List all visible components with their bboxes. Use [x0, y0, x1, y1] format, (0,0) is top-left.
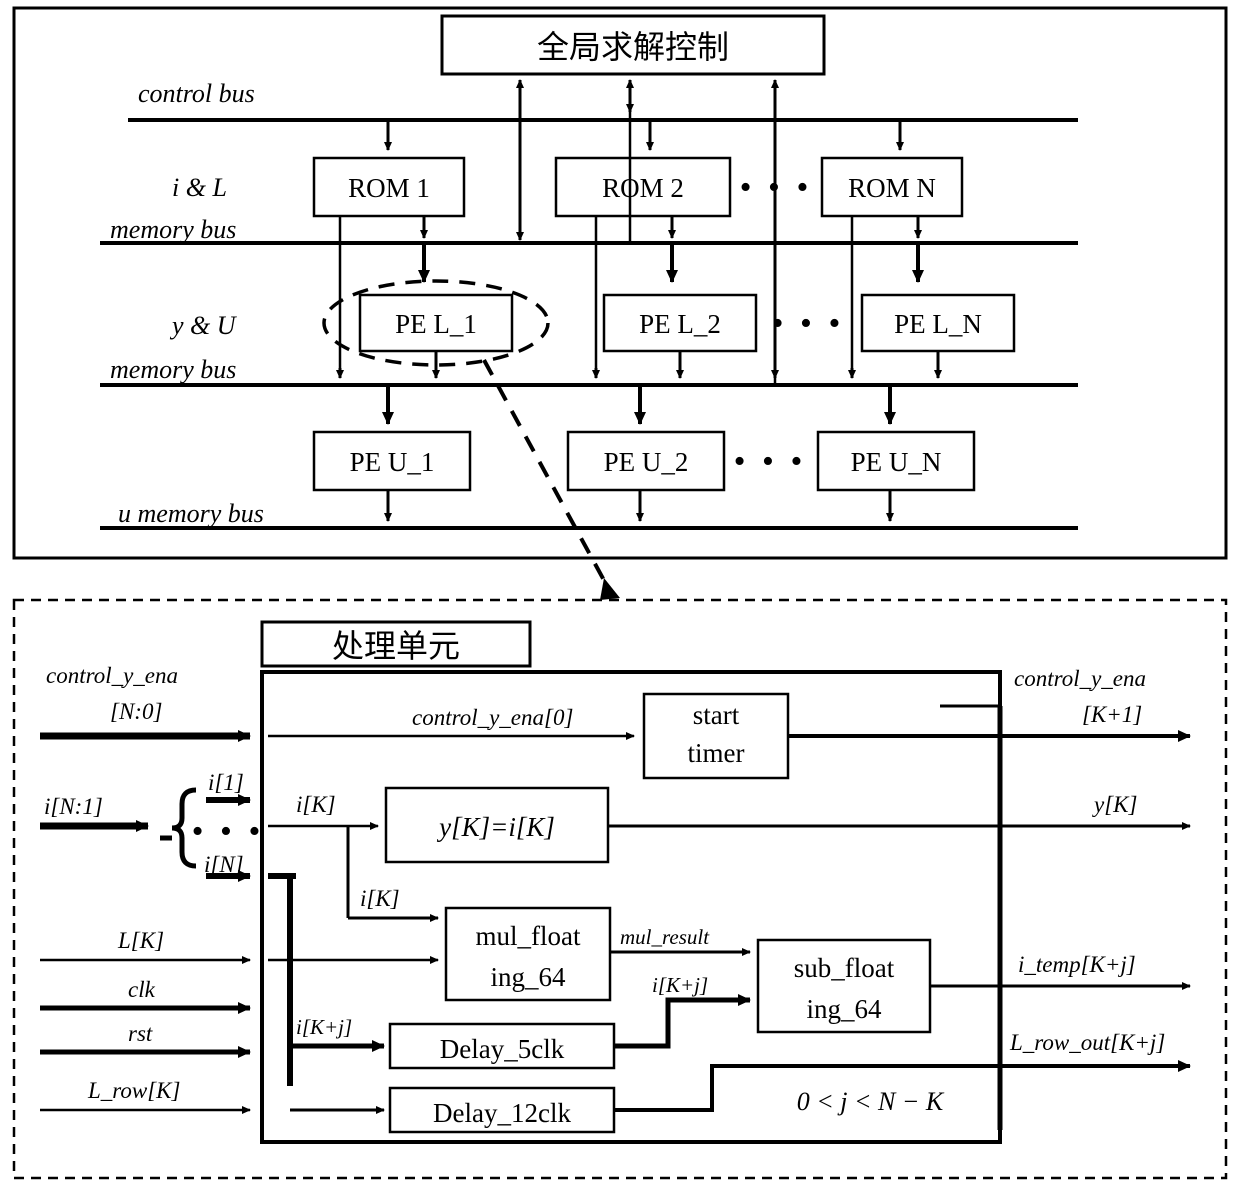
pe-l-label-2: PE L_2: [639, 309, 721, 339]
wire-delay5-to-sub: [614, 994, 751, 1049]
condition-label: 0 < j < N − K: [797, 1087, 945, 1116]
control-bus-label: control bus: [138, 79, 255, 108]
input-label-i-dots: • • •: [192, 813, 265, 850]
y-u-bus-label-line2: memory bus: [110, 355, 236, 384]
pe-u-label-n: PE U_N: [851, 447, 942, 477]
global-control-label: 全局求解控制: [537, 28, 729, 66]
u-bus-label: u memory bus: [118, 499, 264, 528]
mul-float-label-l1: mul_float: [476, 921, 581, 951]
signal-label-i-kj-sub: i[K+j]: [652, 973, 708, 997]
y-u-bus-label-line1: y & U: [169, 311, 238, 340]
i-l-bus-label-line1: i & L: [172, 173, 227, 202]
zoom-connector-arrow: [600, 578, 620, 600]
pe-l-label-n: PE L_N: [894, 309, 982, 339]
rom-label-2: ROM 2: [602, 173, 684, 203]
signal-label-i-kj-delay: i[K+j]: [296, 1015, 352, 1039]
rom-label-n: ROM N: [848, 173, 936, 203]
pe-title-label: 处理单元: [332, 627, 460, 665]
mul-float-label-l2: ing_64: [490, 962, 566, 992]
pe-u-label-2: PE U_2: [604, 447, 689, 477]
input-label-control-y-ena-l1: control_y_ena: [46, 663, 178, 688]
pe-l-row-ellipsis: • • •: [772, 305, 845, 342]
rom-row-ellipsis: • • •: [740, 169, 813, 206]
signal-label-i-k-mul: i[K]: [360, 886, 400, 911]
pe-l-label-1: PE L_1: [395, 309, 477, 339]
output-label-l-row-out: L_row_out[K+j]: [1009, 1030, 1165, 1055]
input-label-rst: rst: [128, 1021, 153, 1046]
input-label-i-n: i[N]: [204, 852, 244, 877]
input-label-l-k: L[K]: [117, 928, 164, 953]
pe-u-row-ellipsis: • • •: [734, 443, 807, 480]
i-l-bus-label-line2: memory bus: [110, 215, 236, 244]
input-label-i-1: i[1]: [208, 770, 244, 795]
input-label-l-row: L_row[K]: [87, 1078, 180, 1103]
output-label-control-y-ena-l1: control_y_ena: [1014, 666, 1146, 691]
y-assign-label: y[K]=i[K]: [436, 812, 555, 842]
sub-float-label-l2: ing_64: [806, 994, 882, 1024]
start-timer-label-l2: timer: [688, 738, 745, 768]
signal-label-mul-result: mul_result: [620, 925, 710, 949]
delay-12clk-label: Delay_12clk: [433, 1098, 571, 1128]
signal-label-control-y-ena-0: control_y_ena[0]: [412, 705, 573, 730]
input-label-control-y-ena-l2: [N:0]: [110, 699, 162, 724]
output-label-control-y-ena-l2: [K+1]: [1082, 702, 1142, 727]
input-label-i-bus: i[N:1]: [44, 794, 103, 819]
pe-u-label-1: PE U_1: [350, 447, 435, 477]
zoom-connector: [482, 359, 614, 596]
output-label-i-temp: i_temp[K+j]: [1018, 952, 1136, 977]
delay-5clk-label: Delay_5clk: [440, 1034, 565, 1064]
signal-label-i-k-y: i[K]: [296, 792, 336, 817]
sub-float-label-l1: sub_float: [794, 953, 895, 983]
output-label-y-k: y[K]: [1092, 792, 1137, 817]
rom-label-1: ROM 1: [348, 173, 430, 203]
figure-canvas: 全局求解控制 control bus i & L memory bus y & …: [0, 0, 1240, 1185]
input-label-clk: clk: [128, 977, 156, 1002]
start-timer-label-l1: start: [693, 700, 740, 730]
diagram-svg: 全局求解控制 control bus i & L memory bus y & …: [12, 6, 1228, 1180]
